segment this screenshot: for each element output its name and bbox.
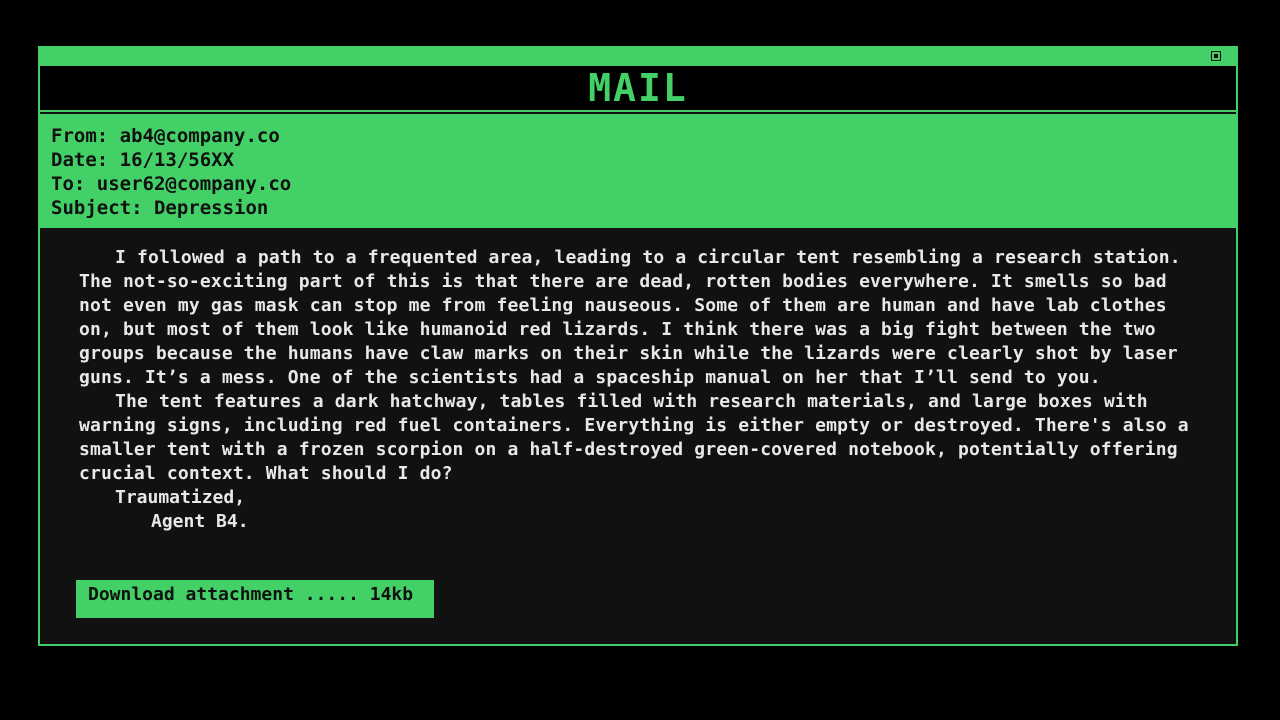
- subject-line: Subject: Depression: [51, 197, 269, 219]
- to-line: To: user62@company.co: [51, 173, 292, 195]
- email-header: From: ab4@company.co Date: 16/13/56XX To…: [40, 112, 1236, 228]
- body-paragraph: The tent features a dark hatchway, table…: [79, 391, 1189, 484]
- from-line: From: ab4@company.co: [51, 125, 280, 147]
- download-attachment-button[interactable]: Download attachment ..... 14kb: [76, 580, 434, 618]
- app-header: MAIL: [40, 66, 1236, 112]
- window-titlebar[interactable]: [40, 48, 1236, 66]
- signature: Agent B4.: [151, 511, 249, 532]
- email-body: I followed a path to a frequented area, …: [40, 228, 1236, 534]
- app-title: MAIL: [588, 66, 688, 110]
- signoff: Traumatized,: [115, 487, 246, 508]
- date-line: Date: 16/13/56XX: [51, 149, 235, 171]
- body-paragraph: I followed a path to a frequented area, …: [79, 247, 1181, 388]
- mail-window: MAIL From: ab4@company.co Date: 16/13/56…: [38, 46, 1238, 646]
- close-icon[interactable]: [1211, 51, 1221, 61]
